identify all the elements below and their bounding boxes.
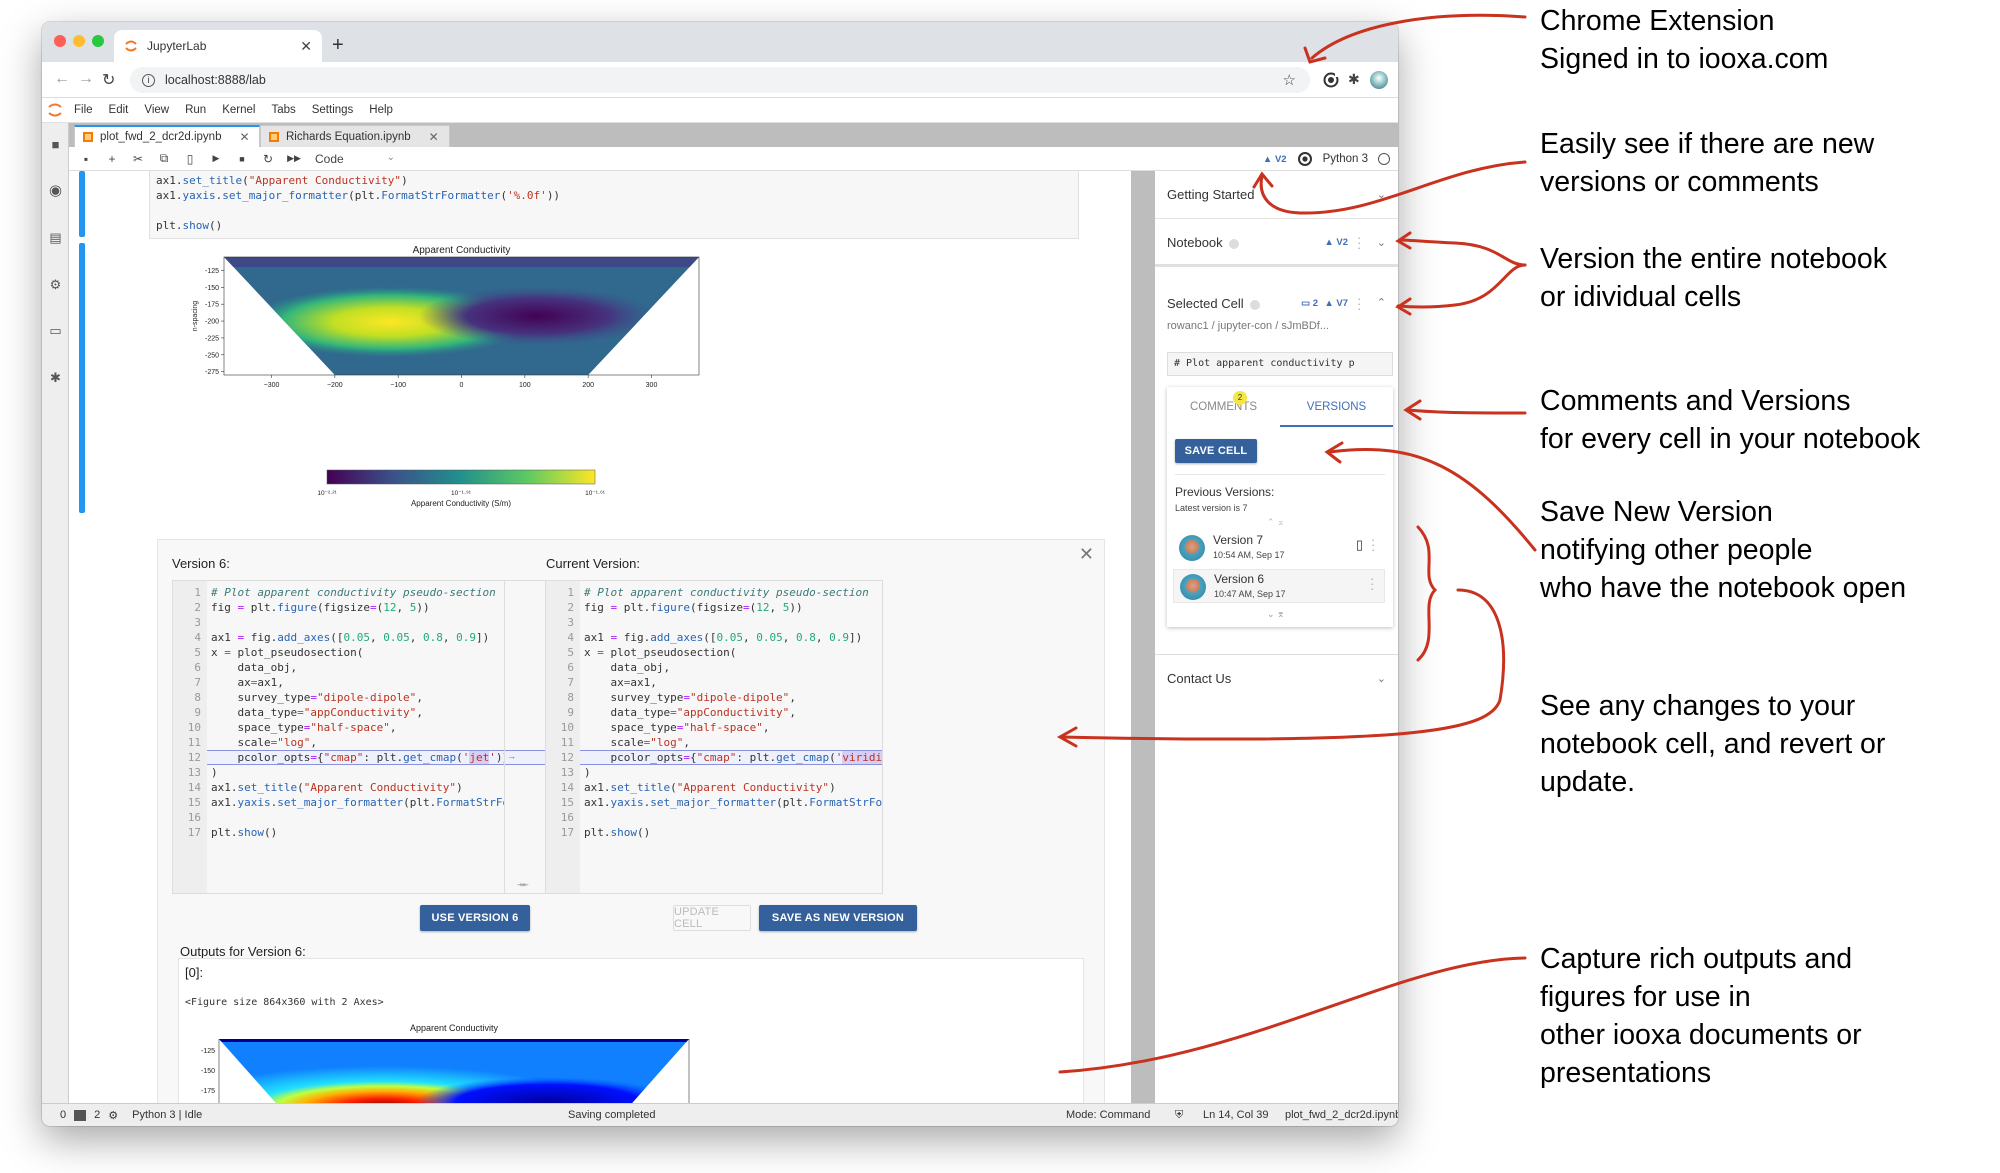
annotation-line: other iooxa documents or: [1540, 1019, 1862, 1051]
annotation-line: Chrome Extension: [1540, 5, 1775, 37]
arrow-save-cell: [1328, 447, 1537, 552]
annotation-line: Version the entire notebook: [1540, 243, 1887, 275]
annotation-line: Save New Version: [1540, 496, 1773, 528]
annotation-line: who have the notebook open: [1540, 572, 1907, 604]
annotation-line: update.: [1540, 766, 1636, 798]
annotation-line: or idividual cells: [1540, 281, 1742, 313]
annotation-line: notifying other people: [1540, 534, 1813, 566]
annotation-callout: Comments and Versions for every cell in y…: [1540, 382, 1920, 458]
annotation-line: Signed in to iooxa.com: [1540, 43, 1829, 75]
annotation-line: figures for use in: [1540, 981, 1751, 1013]
annotation-callout: Capture rich outputs and figures for use …: [1540, 940, 1862, 1092]
annotation-callout: Chrome Extension Signed in to iooxa.com: [1540, 2, 1828, 78]
arrow-diff: [1060, 588, 1506, 741]
annotation-callout: Save New Version notifying other people wh…: [1540, 493, 1906, 607]
brace-versions: [1416, 525, 1438, 662]
annotation-callout: Easily see if there are new versions or c…: [1540, 125, 1874, 201]
arrow-cell-version: [1396, 263, 1527, 309]
arrow-version-badge: [1259, 160, 1527, 215]
arrow-outputs: [1058, 956, 1527, 1074]
annotation-line: notebook cell, and revert or: [1540, 728, 1886, 760]
annotation-callout: Version the entire notebook or idividual …: [1540, 240, 1887, 316]
annotation-line: for every cell in your notebook: [1540, 423, 1921, 455]
arrow-extension: [1310, 13, 1527, 60]
annotation-line: versions or comments: [1540, 166, 1819, 198]
annotation-line: presentations: [1540, 1057, 1712, 1089]
annotation-line: Comments and Versions: [1540, 385, 1851, 417]
annotation-line: See any changes to your: [1540, 690, 1856, 722]
arrow-notebook-version: [1398, 238, 1527, 267]
annotation-line: Easily see if there are new: [1540, 128, 1875, 160]
arrow-comments-versions: [1406, 408, 1527, 415]
annotation-line: Capture rich outputs and: [1540, 943, 1853, 975]
annotation-callout: See any changes to your notebook cell, an…: [1540, 687, 1885, 801]
